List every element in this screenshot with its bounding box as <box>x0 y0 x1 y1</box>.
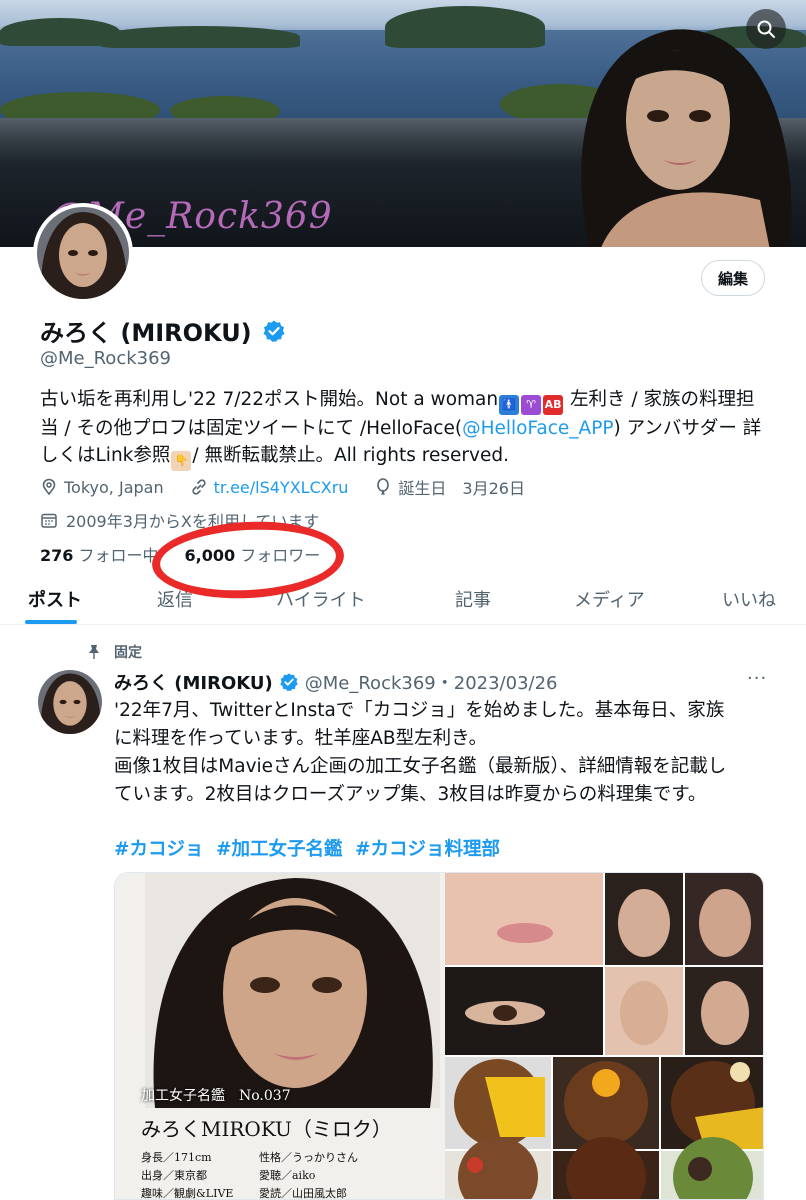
card-label: 加工女子名鑑 No.037 <box>141 1088 291 1104</box>
bio-text: 古い垢を再利用し'22 7/22ポスト開始。Not a woman <box>40 389 499 410</box>
media-image-food[interactable] <box>445 1057 763 1199</box>
tweet-handle-date[interactable]: @Me_Rock369・2023/03/26 <box>305 669 558 695</box>
card-attr: 趣味／観劇&LIVE <box>141 1187 234 1200</box>
following-count: 276 <box>40 546 74 565</box>
media-image-closeups[interactable] <box>445 873 763 1055</box>
pointing-down-emoji-icon: 👇 <box>171 451 192 471</box>
tweet-text: '22年7月、TwitterとInstaで「カコジョ」を始めました。基本毎日、家… <box>114 697 764 809</box>
display-name: みろく (MIROKU) <box>40 313 286 348</box>
hashtag-link[interactable]: #カコジョ料理部 <box>355 839 500 860</box>
card-attr: 身長／171cm <box>141 1151 212 1164</box>
tweet-hashtags: #カコジョ #加工女子名鑑 #カコジョ料理部 <box>114 835 506 861</box>
closeup-collage <box>445 873 763 1055</box>
more-options-icon[interactable]: ··· <box>747 668 767 689</box>
profile-website-link[interactable]: tr.ee/lS4YXLCXru <box>214 478 349 497</box>
card-attr: 性格／うっかりさん <box>259 1151 358 1164</box>
profile-birthday: 誕生日 3月26日 <box>398 479 525 498</box>
following-label: フォロー中 <box>78 546 159 565</box>
food-collage <box>445 1057 763 1199</box>
profile-location: Tokyo, Japan <box>64 477 164 497</box>
profile-bio: 古い垢を再利用し'22 7/22ポスト開始。Not a woman 🚹 ♈ AB 左利… <box>40 386 770 471</box>
pinned-indicator: 固定 <box>86 642 142 662</box>
banner-island <box>385 6 545 48</box>
search-button[interactable] <box>746 9 786 49</box>
card-attributes: 身長／171cm 性格／うっかりさん 出身／東京都 愛聴／aiko 趣味／観劇&… <box>141 1149 419 1200</box>
avatar-image <box>37 207 129 299</box>
card-portrait <box>145 873 440 1108</box>
tweet-avatar[interactable] <box>38 670 102 734</box>
banner-island <box>100 26 300 48</box>
media-image-profile-card[interactable]: 加工女子名鑑 No.037 みろくMIROKU（ミロク） 身長／171cm 性格… <box>115 873 445 1200</box>
bio-text: / 無断転載禁止。All rights reserved. <box>192 445 509 466</box>
tab-likes[interactable]: いいね <box>722 586 776 612</box>
link-icon <box>191 479 206 495</box>
calendar-icon <box>41 513 57 528</box>
tab-replies[interactable]: 返信 <box>157 586 193 612</box>
hashtag-link[interactable]: #加工女子名鑑 <box>216 839 343 860</box>
tweet-text-line: ています。2枚目はクローズアップ集、3枚目は昨夏からの料理集です。 <box>114 784 707 805</box>
card-attr: 愛読／山田風太郎 <box>259 1187 347 1200</box>
active-tab-indicator <box>25 620 77 624</box>
tab-highlights[interactable]: ハイライト <box>276 586 366 612</box>
profile-banner[interactable]: @Me_Rock369 <box>0 0 806 247</box>
profile-handle: @Me_Rock369 <box>40 348 171 369</box>
search-icon <box>757 20 775 38</box>
bio-mention-link[interactable]: @HelloFace_APP <box>462 418 613 439</box>
avatar-image <box>38 670 102 734</box>
tweet-header: みろく (MIROKU) @Me_Rock369・2023/03/26 <box>114 669 558 695</box>
verified-badge-icon[interactable] <box>279 672 299 692</box>
tweet-author-name[interactable]: みろく (MIROKU) <box>114 669 273 695</box>
display-name-text: みろく (MIROKU) <box>40 319 252 347</box>
tweet-text-line: '22年7月、TwitterとInstaで「カコジョ」を始めました。基本毎日、家… <box>114 700 725 721</box>
verified-badge-icon[interactable] <box>262 319 286 343</box>
person-standing-emoji-icon: 🚹 <box>499 395 520 415</box>
card-name: みろくMIROKU（ミロク） <box>141 1117 392 1141</box>
location-pin-icon <box>42 478 56 496</box>
tab-articles[interactable]: 記事 <box>455 586 491 612</box>
tab-media[interactable]: メディア <box>574 586 645 612</box>
ab-blood-type-emoji-icon: AB <box>543 395 564 415</box>
aries-emoji-icon: ♈ <box>521 395 542 415</box>
profile-avatar[interactable] <box>33 203 133 303</box>
profile-meta: Tokyo, Japan tr.ee/lS4YXLCXru 誕生日 3月26日 <box>40 475 525 499</box>
tweet-media-grid[interactable]: 加工女子名鑑 No.037 みろくMIROKU（ミロク） 身長／171cm 性格… <box>114 872 764 1200</box>
following-link[interactable]: 276 フォロー中 <box>40 542 159 566</box>
tweet-text-line: に料理を作っています。牡羊座AB型左利き。 <box>114 728 488 749</box>
card-attr: 出身／東京都 <box>141 1169 207 1182</box>
pinned-label: 固定 <box>114 645 142 661</box>
tweet-text-line: 画像1枚目はMavieさん企画の加工女子名鑑（最新版）、詳細情報を記載し <box>114 756 727 777</box>
tab-posts[interactable]: ポスト <box>28 586 82 612</box>
hashtag-link[interactable]: #カコジョ <box>114 839 204 860</box>
card-attr: 愛聴／aiko <box>259 1169 316 1182</box>
balloon-icon <box>377 478 390 495</box>
edit-profile-button[interactable]: 編集 <box>701 260 765 296</box>
pin-icon <box>89 645 99 659</box>
profile-tabs: ポスト 返信 ハイライト 記事 メディア いいね <box>0 570 806 625</box>
